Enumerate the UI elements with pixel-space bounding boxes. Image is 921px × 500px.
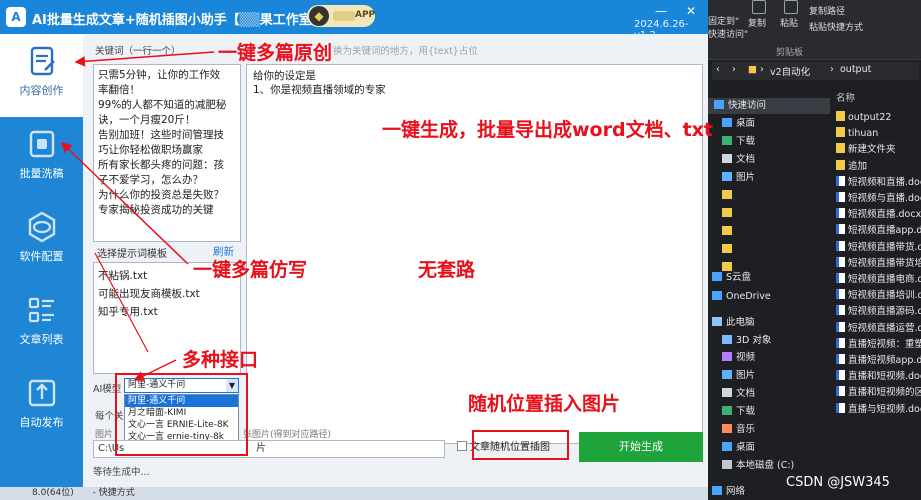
annotation-no-tricks: 无套路 — [418, 259, 476, 281]
annotation-batch-export: 一键生成，批量导出成word文档、txt — [382, 119, 713, 141]
annotation-random-image: 随机位置插入图片 — [468, 393, 621, 415]
watermark: CSDN @JSW345 — [786, 475, 890, 490]
annotation-multi-imitate: 一键多篇仿写 — [193, 259, 308, 281]
highlight-random-insert-box — [472, 430, 569, 460]
highlight-model-box — [115, 373, 248, 456]
arrow-from-template-box — [94, 252, 149, 353]
arrow-to-content-create — [74, 51, 215, 67]
annotation-multi-interface: 多种接口 — [182, 349, 259, 371]
arrow-to-batch-rewrite — [60, 141, 189, 265]
annotation-multi-original: 一键多篇原创 — [218, 42, 333, 64]
